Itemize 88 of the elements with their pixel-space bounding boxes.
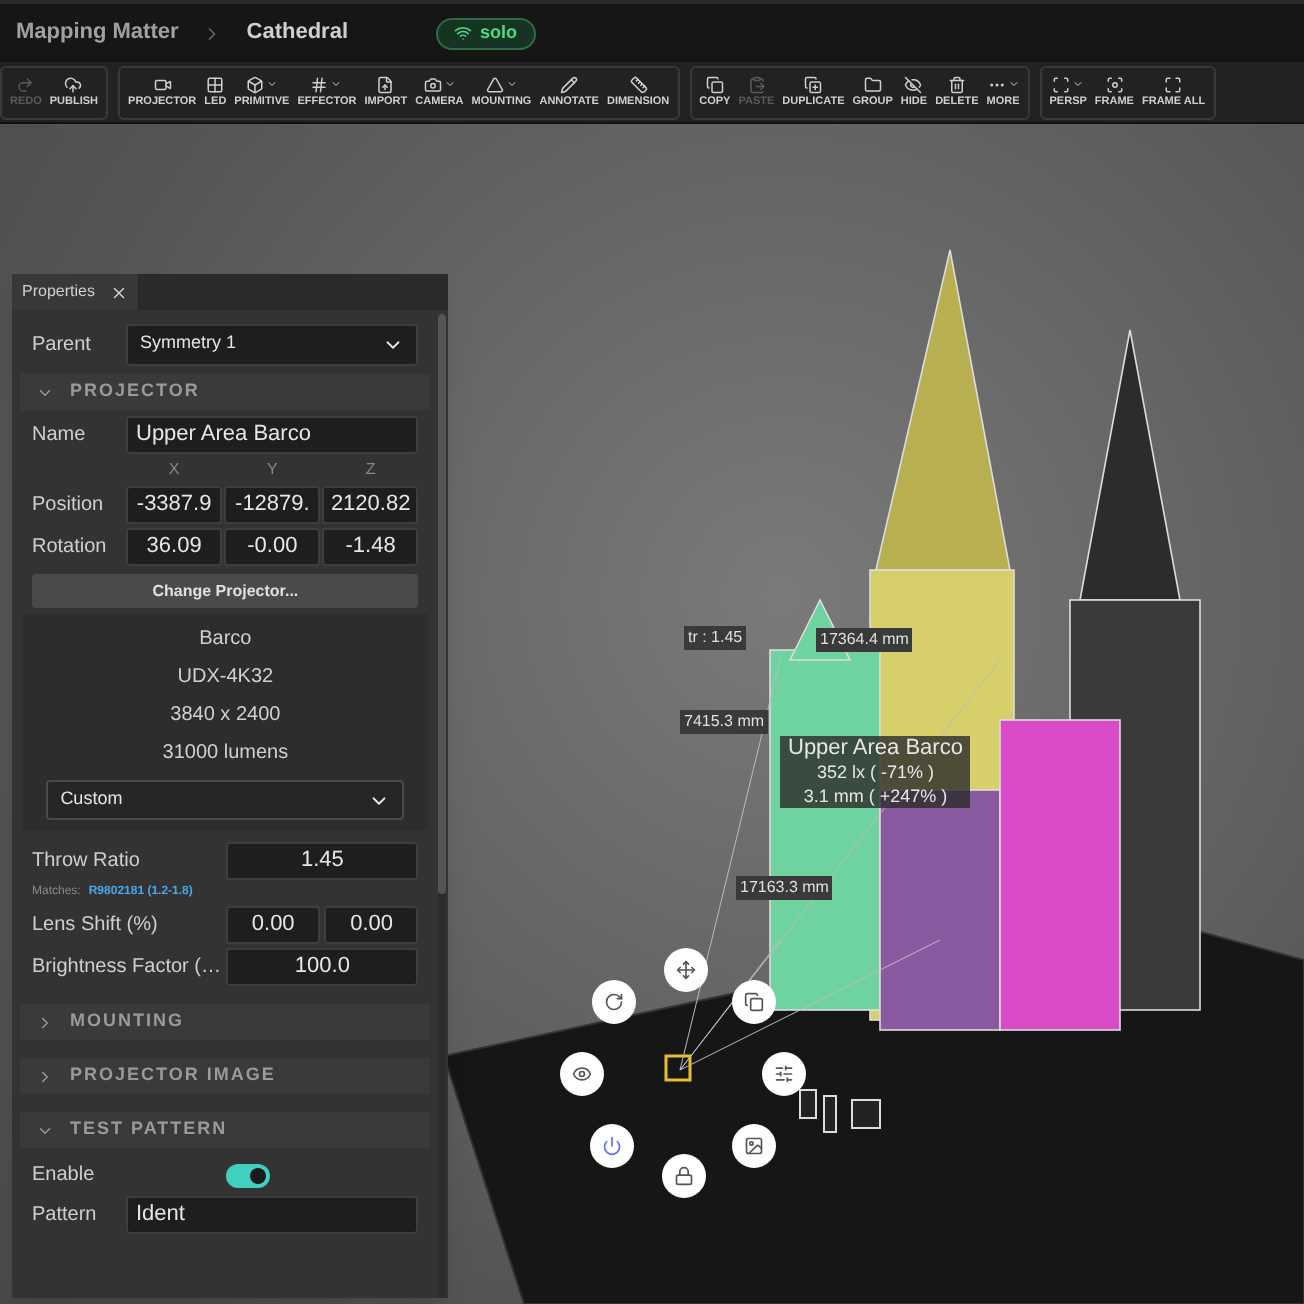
sliders-icon: [774, 1064, 794, 1084]
section-header[interactable]: MOUNTING: [20, 1004, 431, 1040]
duplicate-icon: [804, 75, 823, 93]
close-icon: [110, 283, 129, 301]
projector-info-text: UDX-4K32: [177, 664, 274, 692]
number-field[interactable]: 100.0: [226, 948, 419, 986]
maximize-icon: [1164, 75, 1183, 93]
ruler-icon: [629, 75, 648, 93]
folder-icon: [863, 75, 882, 93]
caret-icon: [1007, 78, 1020, 90]
section-header[interactable]: PROJECTOR IMAGE: [20, 1058, 431, 1094]
field-label: Pattern: [32, 1202, 99, 1230]
trash-icon: [947, 75, 966, 93]
move-icon: [676, 960, 696, 980]
axis-label: X: [166, 458, 182, 482]
enable-toggle[interactable]: [226, 1163, 270, 1187]
image-icon: [744, 1136, 764, 1156]
field-label: Position: [32, 492, 106, 520]
grid-icon: [206, 75, 225, 93]
rotate-icon: [604, 992, 624, 1012]
panel-tab[interactable]: Properties: [12, 274, 139, 310]
lens-select[interactable]: Custom: [46, 780, 405, 820]
measurement-label: 17163.3 mm: [736, 876, 833, 900]
number-field[interactable]: 1.45: [226, 842, 419, 880]
tooltip-line: 352 lx ( -71% ): [816, 760, 934, 784]
copy-icon: [705, 75, 724, 93]
viewport[interactable]: [0, 124, 1304, 1304]
tooltip-title: Upper Area Barco: [788, 736, 963, 760]
axis-label: Z: [363, 458, 378, 482]
cube-icon: [245, 75, 264, 93]
section-header[interactable]: TEST PATTERN: [20, 1112, 431, 1148]
video-camera-icon: [153, 75, 172, 93]
field-label: Brightness Factor (…: [32, 954, 223, 982]
power-icon: [602, 1136, 622, 1156]
number-field[interactable]: -1.48: [322, 528, 419, 566]
measurement-label: 17364.4 mm: [816, 628, 913, 652]
field-label: Enable: [32, 1162, 97, 1190]
lock-icon: [674, 1166, 694, 1186]
field-label: Lens Shift (%): [32, 912, 160, 940]
cloud-upload-icon: [64, 75, 83, 93]
eye-off-icon: [904, 75, 923, 93]
parent-select[interactable]: Symmetry 1: [126, 323, 419, 365]
measurement-label: 7415.3 mm: [680, 710, 769, 734]
camera-icon: [423, 75, 442, 93]
copy-icon: [744, 992, 764, 1012]
focus-icon: [1105, 75, 1124, 93]
section-header[interactable]: PROJECTOR: [20, 374, 431, 410]
scan-icon: [1052, 75, 1071, 93]
projector-info-text: 3840 x 2400: [170, 702, 281, 730]
breadcrumb-item[interactable]: Cathedral: [246, 16, 349, 50]
number-field[interactable]: 2120.82: [322, 486, 419, 524]
number-field[interactable]: 0.00: [226, 906, 321, 944]
caret-icon: [330, 78, 343, 90]
breadcrumb-item[interactable]: Mapping Matter: [16, 16, 179, 50]
field-label: Name: [32, 422, 88, 450]
measurement-label: tr : 1.45: [684, 626, 747, 650]
eye-icon: [572, 1064, 592, 1084]
triangle-icon: [485, 75, 504, 93]
number-field[interactable]: -12879.: [224, 486, 321, 524]
status-badge: solo: [436, 17, 536, 49]
projector-info-text: Barco: [199, 626, 252, 654]
number-field[interactable]: 0.00: [324, 906, 419, 944]
pattern-select[interactable]: Ident: [126, 1196, 419, 1234]
caret-icon: [505, 78, 518, 90]
number-field[interactable]: 36.09: [126, 528, 223, 566]
caret-icon: [443, 78, 456, 90]
pencil-icon: [560, 75, 579, 93]
axis-label: Y: [265, 458, 280, 482]
change-projector-button[interactable]: Change Projector...: [32, 574, 419, 608]
caret-icon: [1072, 78, 1085, 90]
scrollbar[interactable]: [438, 314, 446, 1298]
projector-info-text: 31000 lumens: [162, 740, 289, 768]
gizmo-button[interactable]: [664, 948, 708, 992]
hash-icon: [310, 75, 329, 93]
chevron-right-icon: [36, 1013, 54, 1031]
gizmo-button[interactable]: [592, 980, 636, 1024]
caret-icon: [265, 78, 278, 90]
file-upload-icon: [376, 75, 395, 93]
field-label: Rotation: [32, 534, 109, 562]
tooltip-line: 3.1 mm ( +247% ): [803, 784, 948, 808]
clipboard-icon: [747, 75, 766, 93]
name-field[interactable]: Upper Area Barco: [126, 416, 419, 454]
number-field[interactable]: -3387.9: [126, 486, 223, 524]
field-label: Throw Ratio: [32, 848, 142, 876]
field-label: Parent: [32, 331, 93, 359]
redo-icon: [16, 75, 35, 93]
number-field[interactable]: -0.00: [224, 528, 321, 566]
chevron-right-icon: [36, 1067, 54, 1085]
